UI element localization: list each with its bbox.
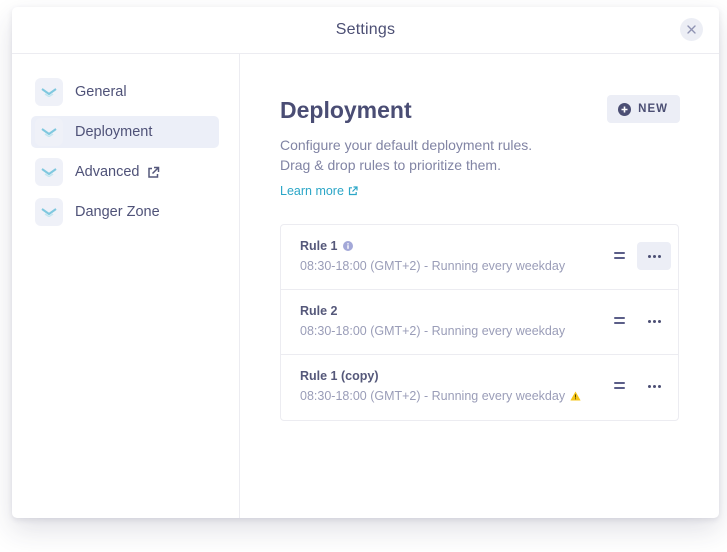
rule-name: Rule 2 <box>300 304 678 318</box>
dialog-title: Settings <box>335 21 396 38</box>
rule-name: Rule 1 (copy) <box>300 369 678 383</box>
external-link-icon <box>147 166 160 179</box>
rule-schedule: 08:30-18:00 (GMT+2) - Running every week… <box>300 259 566 273</box>
warning-icon[interactable] <box>570 391 581 401</box>
rule-name-label: Rule 1 <box>300 239 338 253</box>
rule-row[interactable]: Rule 1 (copy) 08:30-18:00 (GMT+2) - Runn… <box>281 355 678 420</box>
drag-handle-icon[interactable] <box>614 252 625 260</box>
mail-tray-icon <box>35 118 63 146</box>
drag-handle-icon[interactable] <box>614 382 625 390</box>
mail-tray-icon <box>35 158 63 186</box>
main-panel: Deployment NEW Configure your default de… <box>240 54 719 518</box>
more-options-button[interactable] <box>637 372 671 400</box>
ellipsis-icon <box>647 319 662 323</box>
close-button[interactable] <box>680 18 703 41</box>
mail-tray-icon <box>35 198 63 226</box>
rule-name-label: Rule 2 <box>300 304 338 318</box>
rule-name-label: Rule 1 (copy) <box>300 369 379 383</box>
more-options-button[interactable] <box>637 242 671 270</box>
rule-schedule: 08:30-18:00 (GMT+2) - Running every week… <box>300 324 566 338</box>
drag-handle-icon[interactable] <box>614 317 625 325</box>
sidebar-item-general[interactable]: General <box>31 76 219 108</box>
sidebar: General Deployment Advanced Danger Zone <box>12 54 240 518</box>
sidebar-item-label: General <box>75 84 127 100</box>
info-icon[interactable] <box>342 241 353 251</box>
external-link-icon <box>348 186 358 196</box>
description-line: Drag & drop rules to prioritize them. <box>280 157 501 173</box>
settings-dialog: Settings General Deployment Advanced Dan… <box>12 7 719 518</box>
rule-schedule: 08:30-18:00 (GMT+2) - Running every week… <box>300 389 566 403</box>
sidebar-item-danger-zone[interactable]: Danger Zone <box>31 196 219 228</box>
page-description: Configure your default deployment rules.… <box>280 135 679 175</box>
new-rule-button[interactable]: NEW <box>607 95 680 123</box>
plus-circle-icon <box>618 102 632 116</box>
sidebar-item-deployment[interactable]: Deployment <box>31 116 219 148</box>
rules-list: Rule 1 08:30-18:00 (GMT+2) - Running eve… <box>280 224 679 421</box>
new-button-label: NEW <box>638 103 668 115</box>
more-options-button[interactable] <box>637 307 671 335</box>
ellipsis-icon <box>647 384 662 388</box>
learn-more-link[interactable]: Learn more <box>280 184 358 198</box>
mail-tray-icon <box>35 78 63 106</box>
rule-row[interactable]: Rule 2 08:30-18:00 (GMT+2) - Running eve… <box>281 290 678 355</box>
rule-row[interactable]: Rule 1 08:30-18:00 (GMT+2) - Running eve… <box>281 225 678 290</box>
sidebar-item-label: Deployment <box>75 124 153 140</box>
sidebar-item-label: Advanced <box>75 164 140 180</box>
ellipsis-icon <box>647 254 662 258</box>
learn-more-label: Learn more <box>280 184 344 198</box>
dialog-header: Settings <box>12 7 719 54</box>
description-line: Configure your default deployment rules. <box>280 137 533 153</box>
close-icon <box>687 25 696 34</box>
rule-schedule-row: 08:30-18:00 (GMT+2) - Running every week… <box>300 389 678 403</box>
sidebar-item-label: Danger Zone <box>75 204 160 220</box>
rule-name: Rule 1 <box>300 239 678 253</box>
sidebar-item-advanced[interactable]: Advanced <box>31 156 219 188</box>
